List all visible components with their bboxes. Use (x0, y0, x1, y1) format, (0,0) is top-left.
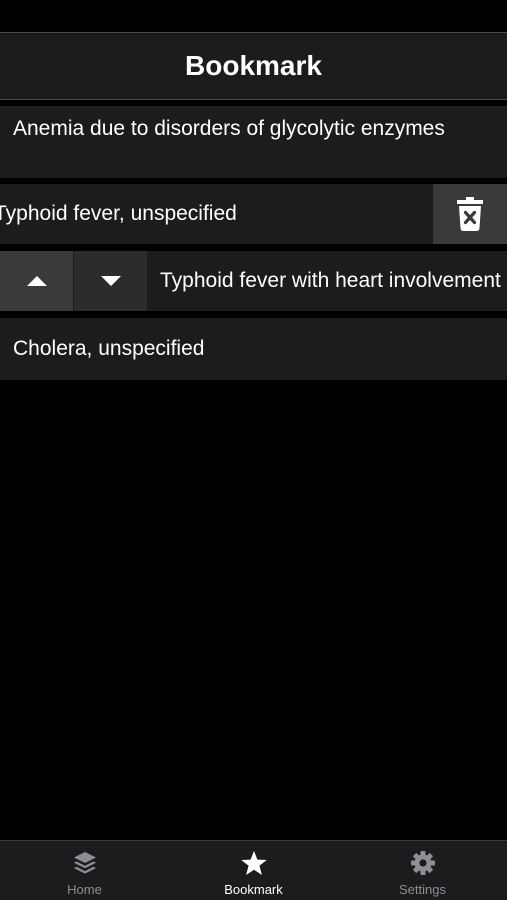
caret-down-icon (100, 276, 121, 286)
tab-bar: Home Bookmark Settings (0, 840, 507, 900)
bookmark-row[interactable]: Anemia due to disorders of glycolytic en… (0, 106, 507, 178)
bookmark-row[interactable]: Cholera, unspecified (0, 318, 507, 380)
tab-label: Bookmark (224, 882, 283, 897)
page-title: Bookmark (185, 50, 322, 81)
layers-icon (73, 852, 96, 874)
delete-button[interactable] (433, 184, 507, 244)
tab-settings[interactable]: Settings (338, 841, 507, 900)
move-down-button[interactable] (74, 251, 147, 311)
trash-x-icon (457, 197, 483, 231)
bookmark-label: Cholera, unspecified (13, 337, 205, 360)
tab-label: Settings (399, 882, 446, 897)
bookmark-row-swiped-left[interactable]: Typhoid fever, unspecified (0, 184, 507, 244)
move-up-button[interactable] (0, 251, 73, 311)
tab-home[interactable]: Home (0, 841, 169, 900)
tab-bookmark[interactable]: Bookmark (169, 841, 338, 900)
bookmark-label: Typhoid fever, unspecified (0, 202, 237, 225)
header-bar: Bookmark (0, 32, 507, 100)
bookmark-label: Anemia due to disorders of glycolytic en… (13, 117, 445, 140)
gear-icon (410, 851, 435, 875)
bookmark-row-swiped-right[interactable]: Typhoid fever with heart involvement (0, 251, 507, 311)
tab-label: Home (67, 882, 102, 897)
caret-up-icon (26, 276, 47, 286)
star-icon (240, 850, 267, 875)
bookmark-label: Typhoid fever with heart involvement (160, 269, 501, 292)
